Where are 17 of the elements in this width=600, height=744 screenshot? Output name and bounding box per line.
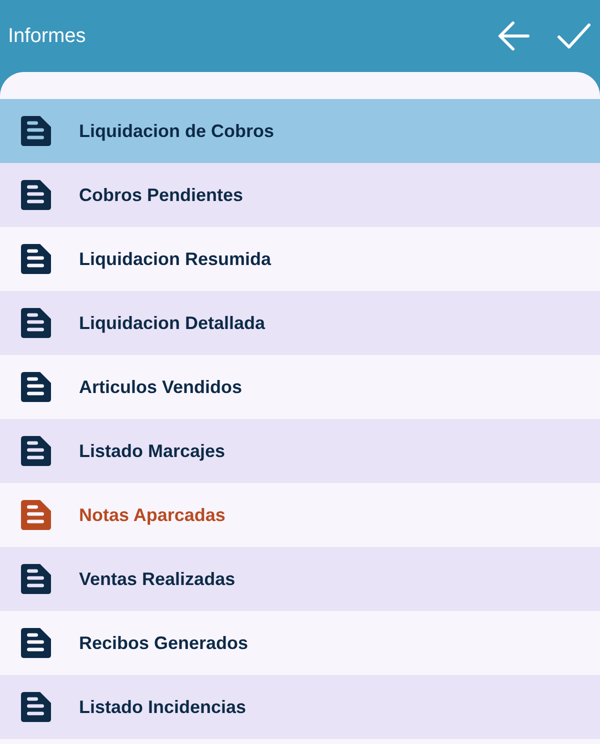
report-item[interactable]: Listado Incidencias — [0, 675, 600, 739]
report-item[interactable]: Cobros Pendientes — [0, 163, 600, 227]
report-label: Liquidacion Resumida — [79, 248, 272, 271]
report-label: Liquidacion de Cobros — [79, 120, 274, 143]
report-label: Listado Incidencias — [79, 696, 246, 718]
app-bar-title: Informes — [8, 24, 86, 48]
report-label: Articulos Vendidos — [79, 376, 242, 398]
report-item[interactable]: Listado Marcajes — [0, 419, 600, 483]
report-label: Cobros Pendientes — [79, 184, 244, 206]
report-item[interactable]: Liquidacion de Cobros — [0, 99, 600, 163]
report-label: Listado Marcajes — [79, 440, 226, 463]
report-item[interactable]: Liquidacion Detallada — [0, 291, 600, 355]
report-label: Recibos Generados — [79, 632, 248, 654]
report-item[interactable]: Ventas Realizadas — [0, 547, 600, 611]
report-label: Ventas Realizadas — [79, 568, 236, 590]
report-label: Liquidacion Detallada — [79, 312, 266, 335]
report-label: Notas Aparcadas — [79, 504, 226, 527]
